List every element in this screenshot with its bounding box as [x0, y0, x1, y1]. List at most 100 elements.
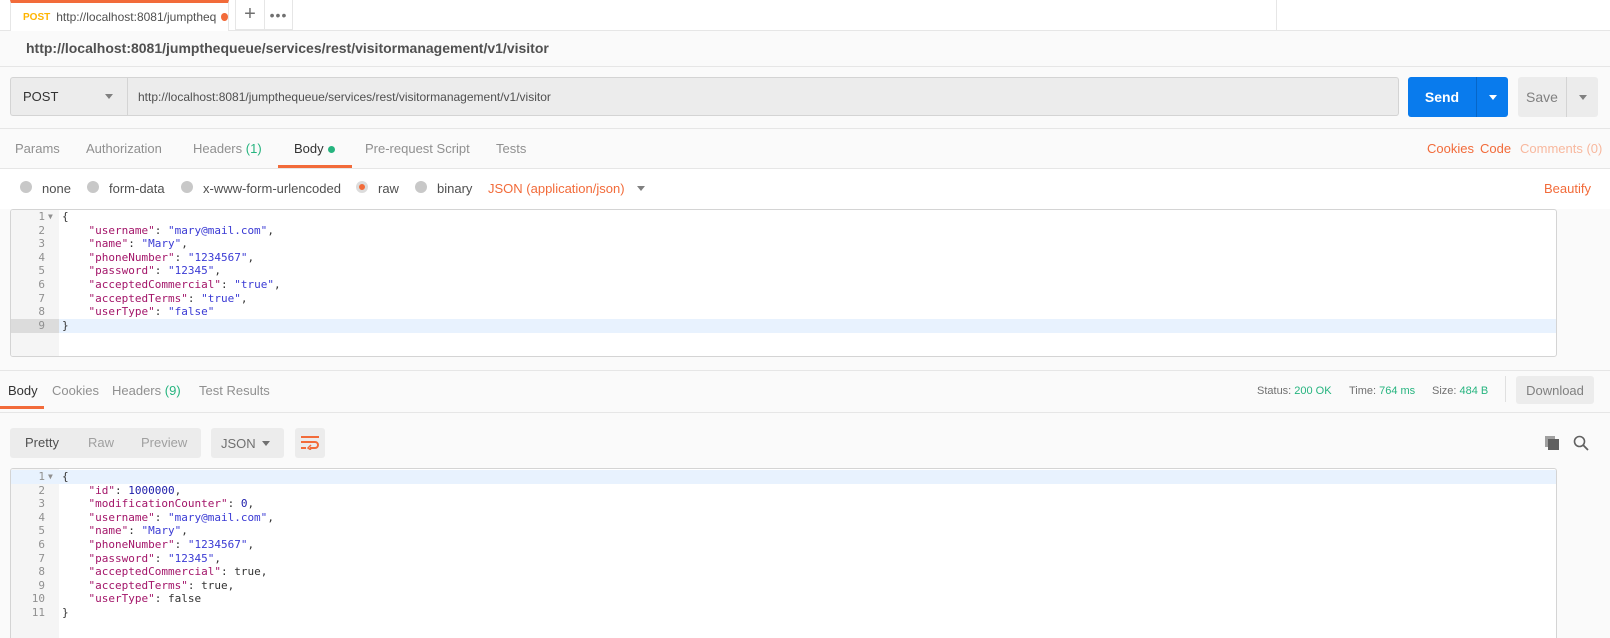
- comments-link[interactable]: Comments (0): [1520, 141, 1602, 156]
- send-button[interactable]: Send: [1408, 77, 1508, 117]
- radio-icon: [181, 180, 193, 193]
- radio-binary-label: binary: [437, 181, 473, 196]
- line-number: 8: [38, 305, 45, 319]
- line-number: 1: [38, 210, 45, 223]
- radio-raw[interactable]: raw: [356, 180, 399, 196]
- code-text: "phoneNumber": "1234567",: [62, 251, 254, 265]
- active-tab-underline: [0, 406, 44, 409]
- status-label: Status:: [1257, 385, 1292, 397]
- response-tab-cookies[interactable]: Cookies: [52, 383, 99, 398]
- code-text: "name": "Mary",: [62, 524, 187, 538]
- plus-icon: +: [244, 3, 256, 25]
- code-token: "acceptedCommercial": [62, 565, 221, 579]
- response-format-value: JSON: [221, 435, 256, 451]
- code-token: :: [220, 278, 235, 291]
- radio-binary[interactable]: binary: [415, 180, 473, 196]
- size-value: 484 B: [1459, 385, 1489, 397]
- url-input[interactable]: http://localhost:8081/jumpthequeue/servi…: [127, 77, 1399, 116]
- tab-prerequest-script[interactable]: Pre-request Script: [365, 141, 470, 156]
- code-token: "phoneNumber": [62, 538, 175, 551]
- wrap-lines-button[interactable]: [295, 428, 325, 458]
- copy-icon[interactable]: [1545, 436, 1559, 450]
- code-token: ,: [260, 565, 268, 579]
- code-token: ,: [247, 497, 255, 511]
- code-token: "name": [62, 237, 129, 251]
- method-select[interactable]: POST: [10, 77, 127, 116]
- code-line: 7 "password": "12345",: [11, 552, 1556, 566]
- request-tab[interactable]: POST http://localhost:8081/jumptheq: [10, 0, 229, 31]
- tab-tests[interactable]: Tests: [496, 141, 526, 156]
- response-body-viewer[interactable]: 1 ▼{2 "id": 1000000, 3 "modificationCounte…: [10, 468, 1557, 638]
- line-number: 2: [38, 483, 45, 497]
- code-line: 1 ▼ {: [11, 470, 1556, 484]
- send-dropdown[interactable]: [1477, 77, 1508, 117]
- code-text: "password": "12345",: [62, 551, 220, 566]
- code-token: "1234567": [187, 250, 248, 264]
- line-number: 7: [38, 291, 45, 305]
- radio-icon: [415, 180, 427, 193]
- fold-toggle-icon[interactable]: ▼: [48, 470, 53, 484]
- view-raw[interactable]: Raw: [88, 435, 114, 450]
- code-line: 6 "acceptedCommercial": "true",: [11, 278, 1556, 292]
- more-tabs-button[interactable]: •••: [264, 0, 293, 30]
- chevron-down-icon: [636, 186, 645, 191]
- tabbar-divider: [1276, 0, 1277, 30]
- radio-none[interactable]: none: [20, 180, 71, 196]
- line-number: 3: [38, 237, 45, 251]
- cookies-link[interactable]: Cookies: [1427, 141, 1474, 156]
- save-dropdown[interactable]: [1567, 77, 1598, 117]
- tab-authorization[interactable]: Authorization: [86, 141, 162, 156]
- view-pretty[interactable]: Pretty: [25, 435, 59, 450]
- code-token: "modificationCounter": [62, 497, 228, 511]
- content-type-select[interactable]: JSON (application/json): [488, 181, 645, 196]
- code-line: 5 "name": "Mary",: [11, 524, 1556, 538]
- code-token: :: [220, 565, 235, 579]
- code-token: :: [154, 510, 168, 524]
- response-tab-body[interactable]: Body: [8, 383, 38, 398]
- radio-icon: [87, 180, 99, 193]
- request-name[interactable]: http://localhost:8081/jumpthequeue/servi…: [26, 40, 549, 56]
- save-label[interactable]: Save: [1518, 77, 1567, 117]
- fold-toggle-icon[interactable]: ▼: [48, 210, 53, 224]
- code-link[interactable]: Code: [1480, 141, 1511, 156]
- beautify-link[interactable]: Beautify: [1544, 181, 1591, 196]
- code-token: :: [154, 223, 168, 237]
- line-number: 6: [38, 278, 45, 291]
- response-format-select[interactable]: JSON: [211, 428, 284, 458]
- download-button[interactable]: Download: [1516, 376, 1594, 404]
- code-line: 5 "password": "12345",: [11, 264, 1556, 278]
- tab-body[interactable]: Body: [294, 141, 335, 156]
- code-token: :: [154, 264, 168, 278]
- code-line: 4 "phoneNumber": "1234567",: [11, 251, 1556, 265]
- send-label[interactable]: Send: [1408, 77, 1477, 117]
- tab-params[interactable]: Params: [15, 141, 60, 156]
- code-token: "mary@mail.com": [167, 510, 268, 524]
- code-token: "phoneNumber": [62, 250, 175, 264]
- radio-form-data[interactable]: form-data: [87, 180, 165, 196]
- response-tab-headers[interactable]: Headers (9): [112, 383, 181, 398]
- code-token: }: [62, 318, 69, 332]
- status-value: 200 OK: [1294, 385, 1332, 397]
- code-token: "userType": [62, 592, 155, 606]
- line-number: 1: [38, 470, 45, 483]
- tab-title: http://localhost:8081/jumptheq: [56, 10, 217, 24]
- radio-urlencoded[interactable]: x-www-form-urlencoded: [181, 180, 341, 196]
- search-icon[interactable]: [1573, 435, 1589, 451]
- response-tab-test-results[interactable]: Test Results: [199, 383, 270, 398]
- code-token: :: [227, 497, 241, 511]
- new-tab-button[interactable]: +: [235, 0, 265, 30]
- code-token: "Mary": [141, 524, 182, 538]
- line-number: 7: [38, 551, 45, 565]
- request-body-editor[interactable]: 1 ▼{2 "username": "mary@mail.com", 3 "name…: [10, 209, 1557, 357]
- view-preview[interactable]: Preview: [141, 435, 187, 450]
- tab-headers[interactable]: Headers (1): [193, 141, 262, 156]
- tab-body-label: Body: [294, 141, 324, 156]
- code-text: "name": "Mary",: [62, 237, 187, 251]
- line-number: 5: [38, 264, 45, 278]
- radio-urlencoded-label: x-www-form-urlencoded: [203, 181, 341, 196]
- save-button[interactable]: Save: [1518, 77, 1598, 117]
- code-token: }: [62, 606, 69, 619]
- code-token: "username": [62, 223, 155, 237]
- radio-raw-label: raw: [378, 181, 399, 196]
- code-token: :: [154, 551, 168, 565]
